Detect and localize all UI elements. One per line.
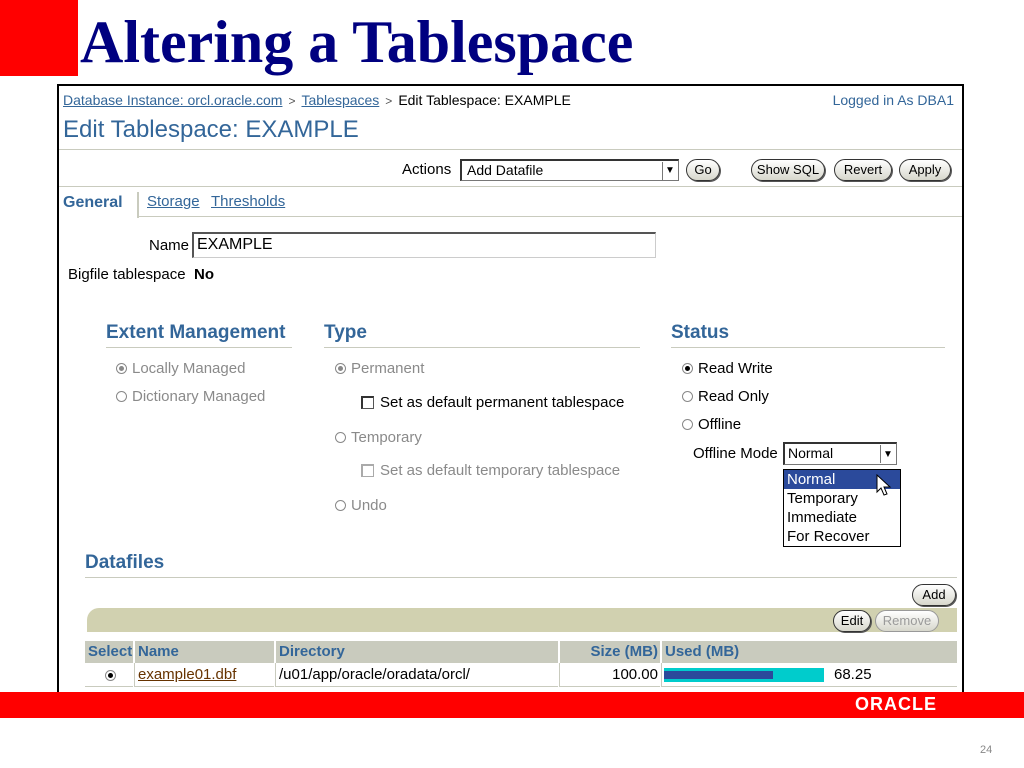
type-heading: Type: [324, 322, 367, 343]
col-name-header: Name: [134, 641, 274, 663]
default-permanent-label: Set as default permanent tablespace: [380, 394, 625, 411]
row-directory-cell: /u01/app/oracle/oradata/orcl/: [275, 663, 558, 687]
red-corner-block: [0, 0, 78, 76]
locally-managed-option[interactable]: Locally Managed: [116, 360, 245, 377]
remove-datafile-button[interactable]: Remove: [875, 610, 939, 632]
radio-icon: [682, 419, 693, 430]
locally-managed-label: Locally Managed: [132, 360, 246, 377]
radio-icon: [682, 391, 693, 402]
breadcrumb-separator: >: [385, 94, 393, 108]
offline-mode-value: Normal: [788, 445, 834, 461]
radio-icon: [335, 363, 346, 374]
name-label: Name: [149, 237, 190, 254]
apply-button[interactable]: Apply: [899, 159, 951, 181]
chevron-down-icon: ▼: [662, 162, 677, 180]
col-directory-header: Directory: [275, 641, 558, 663]
checkbox-icon: [361, 464, 374, 477]
default-temporary-label: Set as default temporary tablespace: [380, 462, 621, 479]
offline-mode-select[interactable]: Normal ▼: [783, 442, 897, 465]
read-only-label: Read Only: [698, 388, 769, 405]
revert-button[interactable]: Revert: [834, 159, 892, 181]
status-heading-line: [671, 347, 945, 348]
offline-label: Offline: [698, 416, 742, 433]
row-used-cell: 68.25: [661, 663, 957, 687]
mouse-cursor-icon: [876, 474, 892, 496]
col-size-header: Size (MB): [559, 641, 660, 663]
extent-management-heading: Extent Management: [106, 322, 286, 343]
checkbox-icon: [361, 396, 374, 409]
breadcrumb: Database Instance: orcl.oracle.com > Table…: [63, 92, 571, 108]
breadcrumb-instance-link[interactable]: Database Instance: orcl.oracle.com: [63, 92, 282, 108]
oracle-logo: ORACLE: [855, 694, 937, 714]
edit-datafile-button[interactable]: Edit: [833, 610, 871, 632]
name-field[interactable]: EXAMPLE: [192, 232, 656, 258]
row-name-cell: example01.dbf: [134, 663, 274, 687]
tab-storage[interactable]: Storage: [147, 193, 200, 210]
add-datafile-button[interactable]: Add: [912, 584, 956, 606]
permanent-option[interactable]: Permanent: [335, 360, 424, 377]
em-window: Database Instance: orcl.oracle.com > Table…: [57, 84, 964, 696]
used-bar-fill: [664, 671, 774, 679]
tab-thresholds[interactable]: Thresholds: [211, 193, 285, 210]
bigfile-label: Bigfile tablespace: [68, 266, 186, 283]
dictionary-managed-label: Dictionary Managed: [132, 388, 266, 405]
radio-icon: [335, 432, 346, 443]
read-only-option[interactable]: Read Only: [682, 388, 769, 405]
logged-in-status: Logged in As DBA1: [832, 92, 954, 108]
breadcrumb-tablespaces-link[interactable]: Tablespaces: [301, 92, 379, 108]
actions-select-value: Add Datafile: [467, 162, 544, 178]
go-button[interactable]: Go: [686, 159, 720, 181]
offline-mode-label: Offline Mode: [693, 445, 778, 462]
row-select-radio[interactable]: [105, 669, 116, 681]
default-temporary-checkbox[interactable]: Set as default temporary tablespace: [361, 462, 620, 479]
actions-label: Actions: [402, 161, 452, 178]
datafiles-heading-line: [85, 577, 957, 578]
type-heading-line: [324, 347, 640, 348]
datafile-name-link[interactable]: example01.dbf: [138, 666, 236, 683]
datafiles-heading: Datafiles: [85, 552, 165, 573]
show-sql-button[interactable]: Show SQL: [751, 159, 825, 181]
tab-general[interactable]: General: [63, 194, 123, 212]
read-write-option[interactable]: Read Write: [682, 360, 773, 377]
col-used-header: Used (MB): [661, 641, 957, 663]
radio-icon: [682, 363, 693, 374]
actions-select[interactable]: Add Datafile ▼: [460, 159, 679, 181]
status-heading: Status: [671, 322, 730, 343]
bigfile-value: No: [194, 266, 214, 283]
temporary-option[interactable]: Temporary: [335, 429, 422, 446]
page-title: Edit Tablespace: EXAMPLE: [63, 116, 359, 143]
dictionary-managed-option[interactable]: Dictionary Managed: [116, 388, 265, 405]
read-write-label: Read Write: [698, 360, 773, 377]
radio-icon: [116, 391, 127, 402]
tab-separator: [137, 192, 139, 218]
permanent-label: Permanent: [351, 360, 425, 377]
actions-divider: [59, 186, 962, 187]
undo-label: Undo: [351, 497, 387, 514]
offline-option[interactable]: Offline: [682, 416, 741, 433]
row-size-cell: 100.00: [559, 663, 660, 687]
temporary-label: Temporary: [351, 429, 422, 446]
slide-title: Altering a Tablespace: [80, 9, 634, 75]
radio-icon: [335, 500, 346, 511]
col-select-header: Select: [85, 641, 133, 663]
row-select-cell: [85, 663, 133, 687]
radio-icon: [116, 363, 127, 374]
chevron-down-icon: ▼: [880, 445, 895, 463]
used-value: 68.25: [834, 666, 872, 683]
default-permanent-checkbox[interactable]: Set as default permanent tablespace: [361, 394, 624, 411]
used-bar-track: [664, 668, 824, 682]
title-divider: [59, 149, 962, 150]
offline-mode-option-for-recover[interactable]: For Recover: [784, 527, 900, 546]
breadcrumb-separator: >: [288, 94, 296, 108]
extent-heading-line: [106, 347, 292, 348]
undo-option[interactable]: Undo: [335, 497, 387, 514]
page-number: 24: [980, 744, 993, 756]
offline-mode-option-immediate[interactable]: Immediate: [784, 508, 900, 527]
tab-baseline: [139, 216, 962, 217]
breadcrumb-current: Edit Tablespace: EXAMPLE: [398, 92, 571, 108]
datafiles-toolbar: [87, 608, 957, 632]
